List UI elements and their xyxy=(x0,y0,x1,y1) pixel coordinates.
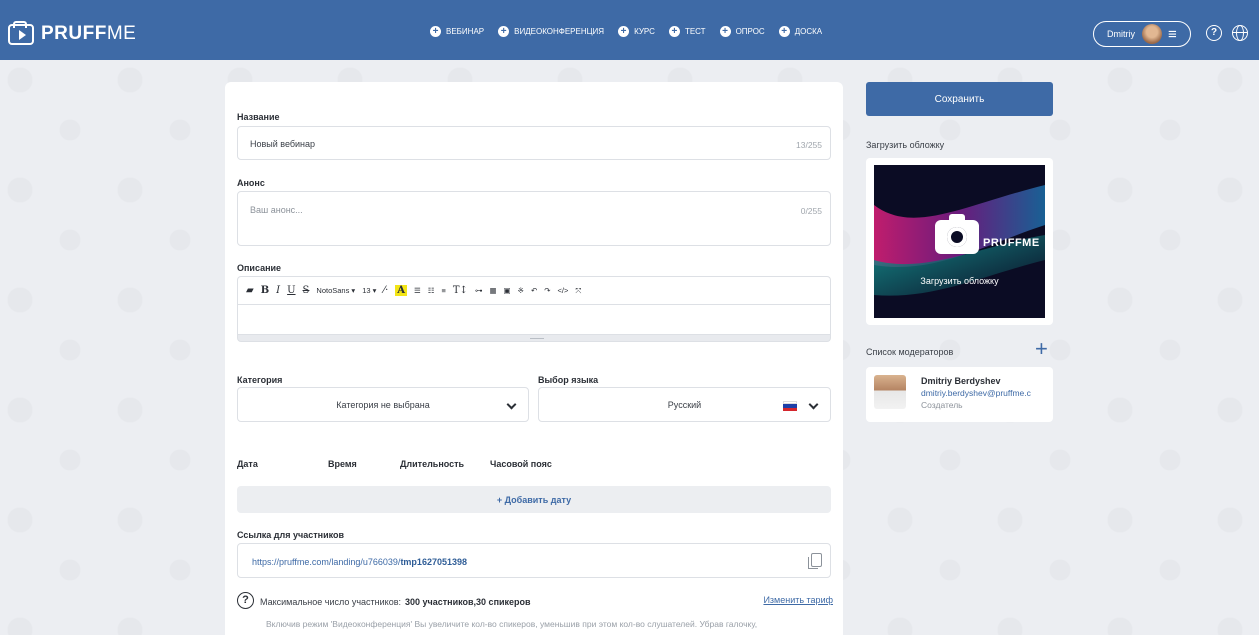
redo-icon[interactable]: ↷ xyxy=(544,286,550,295)
webinar-form-card: Название Новый вебинар 13/255 Анонс Ваш … xyxy=(225,82,843,635)
title-counter: 13/255 xyxy=(796,140,822,150)
add-date-button[interactable]: + Добавить дату xyxy=(237,486,831,513)
announce-counter: 0/255 xyxy=(800,206,822,216)
avatar xyxy=(1142,24,1162,44)
menu-icon: ≡ xyxy=(1168,25,1177,43)
moderator-role: Создатель xyxy=(921,400,963,410)
link-label: Ссылка для участников xyxy=(237,530,345,540)
bold-icon[interactable]: B xyxy=(261,285,269,296)
description-label: Описание xyxy=(237,263,282,273)
moderators-label: Список модераторов xyxy=(866,347,954,357)
plus-icon: + xyxy=(430,26,441,37)
save-button[interactable]: Сохранить xyxy=(866,82,1053,116)
text-height-icon[interactable]: T↕ xyxy=(453,285,468,296)
top-bar: PRUFFME + ВЕБИНАР + ВИДЕОКОНФЕРЕНЦИЯ + КУРС… xyxy=(0,0,1259,60)
moderator-email: dmitriy.berdyshev@pruffme.c xyxy=(921,388,1031,398)
title-value: Новый вебинар xyxy=(250,139,316,149)
link-base: https://pruffme.com/landing/u766039/ xyxy=(252,557,401,567)
cover-label: Загрузить обложку xyxy=(866,140,945,150)
nav-board[interactable]: + ДОСКА xyxy=(778,26,822,37)
moderator-name: Dmitriy Berdyshev xyxy=(921,376,1001,386)
bullet-list-icon[interactable]: ☰ xyxy=(414,286,421,295)
category-select[interactable]: Категория не выбрана xyxy=(237,387,529,422)
plus-icon: + xyxy=(719,26,731,37)
undo-icon[interactable]: ↶ xyxy=(531,286,537,295)
date-col: Дата xyxy=(237,459,258,469)
table-icon[interactable]: ▦ xyxy=(489,286,496,295)
title-label: Название xyxy=(237,112,280,122)
link-icon[interactable]: ⊶ xyxy=(475,286,483,295)
category-value: Категория не выбрана xyxy=(336,399,430,410)
copy-icon[interactable] xyxy=(808,553,822,569)
add-moderator-icon[interactable]: + xyxy=(1035,338,1048,360)
editor-toolbar: ▰ B I U S NotoSans ▾ 13 ▾ ⁄· A ☰ ☷ ≡ T↕ … xyxy=(237,276,831,304)
code-view-icon[interactable]: </> xyxy=(558,286,569,295)
max-participants-value: 300 участников,30 спикеров xyxy=(405,597,531,607)
videoconference-note: Включив режим 'Видеоконференция' Вы увел… xyxy=(266,619,758,629)
plus-icon: + xyxy=(498,26,510,37)
magic-wand-icon[interactable]: ⁄· xyxy=(383,285,388,296)
font-size-select[interactable]: 13 ▾ xyxy=(362,286,376,295)
user-name: Dmitriy xyxy=(1107,29,1135,39)
announce-field[interactable]: Ваш анонс... 0/255 xyxy=(237,191,831,246)
announce-label: Анонс xyxy=(237,178,265,188)
time-col: Время xyxy=(328,459,357,469)
font-family-select[interactable]: NotoSans ▾ xyxy=(316,286,355,295)
editor-resize-handle[interactable] xyxy=(237,334,831,342)
text-color-icon[interactable]: A xyxy=(395,285,408,296)
plus-icon: + xyxy=(668,26,680,37)
chevron-down-icon xyxy=(808,399,819,410)
question-icon[interactable]: ? xyxy=(237,592,254,609)
camera-icon xyxy=(935,214,979,254)
image-icon[interactable]: ▣ xyxy=(504,286,511,295)
participants-link-field[interactable]: https://pruffme.com/landing/u766039/tmp1… xyxy=(237,543,831,578)
language-select[interactable]: Русский xyxy=(538,387,831,422)
avatar xyxy=(874,375,906,409)
cover-upload-text: Загрузить обложку xyxy=(920,276,999,286)
strikethrough-icon[interactable]: S xyxy=(303,285,310,296)
help-icon[interactable]: ? xyxy=(1206,25,1222,41)
ordered-list-icon[interactable]: ☷ xyxy=(428,286,435,295)
nav-videoconference[interactable]: + ВИДЕОКОНФЕРЕНЦИЯ xyxy=(498,26,604,37)
date-columns: Дата Время Длительность Часовой пояс xyxy=(237,459,552,469)
title-field[interactable]: Новый вебинар 13/255 xyxy=(237,126,831,160)
announce-placeholder: Ваш анонс... xyxy=(250,205,303,215)
change-plan-link[interactable]: Изменить тариф xyxy=(763,595,833,605)
video-icon[interactable]: ※ xyxy=(518,286,524,295)
category-label: Категория xyxy=(237,375,283,385)
plus-icon: + xyxy=(778,26,790,37)
duration-col: Длительность xyxy=(400,459,465,469)
nav-webinar[interactable]: + ВЕБИНАР xyxy=(430,26,484,37)
underline-icon[interactable]: U xyxy=(287,285,295,296)
moderator-card: Dmitriy Berdyshev dmitriy.berdyshev@pruf… xyxy=(866,367,1053,422)
paragraph-style-icon[interactable]: ▰ xyxy=(246,285,254,296)
cover-image: PRUFFME Загрузить обложку xyxy=(874,165,1045,318)
chevron-down-icon xyxy=(506,399,517,410)
description-editor[interactable] xyxy=(237,304,831,334)
plus-icon: + xyxy=(618,26,630,37)
language-label: Выбор языка xyxy=(538,375,599,385)
nav-test[interactable]: + ТЕСТ xyxy=(668,26,706,37)
timezone-col: Часовой пояс xyxy=(490,459,552,469)
language-value: Русский xyxy=(667,399,702,410)
fullscreen-icon[interactable]: ⤧ xyxy=(575,286,581,296)
cover-upload[interactable]: PRUFFME Загрузить обложку xyxy=(866,158,1053,325)
globe-icon[interactable] xyxy=(1232,25,1248,41)
user-menu-button[interactable]: Dmitriy ≡ xyxy=(1093,21,1191,47)
nav-course[interactable]: + КУРС xyxy=(618,26,655,37)
cover-brand: PRUFFME xyxy=(983,237,1040,249)
italic-icon[interactable]: I xyxy=(276,285,280,296)
create-menu: + ВЕБИНАР + ВИДЕОКОНФЕРЕНЦИЯ + КУРС + ТЕСТ +… xyxy=(430,26,822,37)
max-participants: Максимальное число участников: 300 участн… xyxy=(260,597,531,607)
logo-icon xyxy=(8,20,34,45)
link-id: tmp1627051398 xyxy=(400,557,467,567)
nav-poll[interactable]: + ОПРОС xyxy=(719,26,765,37)
russian-flag-icon xyxy=(783,401,797,411)
align-icon[interactable]: ≡ xyxy=(442,286,446,295)
logo[interactable]: PRUFFME xyxy=(8,20,136,46)
